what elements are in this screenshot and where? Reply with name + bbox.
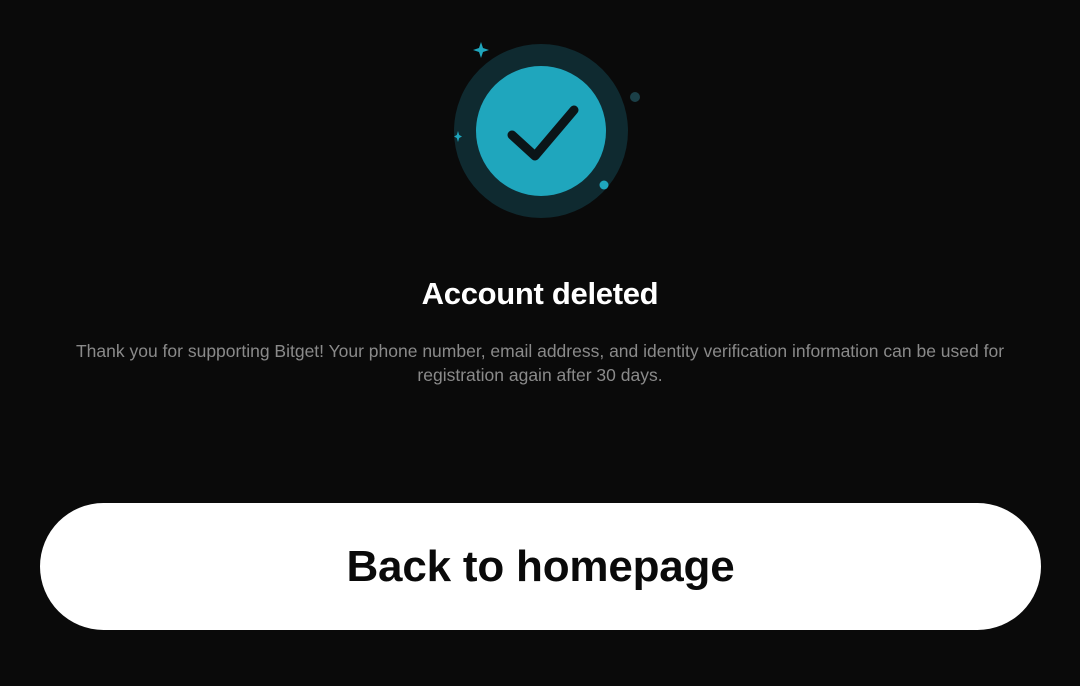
check-circle-icon: [476, 66, 606, 196]
dot-icon: [630, 92, 640, 102]
success-illustration: [454, 42, 640, 218]
page-title: Account deleted: [421, 276, 659, 311]
account-deleted-screen: Account deleted Thank you for supporting…: [0, 0, 1080, 686]
sparkle-icon: [473, 42, 489, 58]
dot-icon-small: [599, 180, 609, 190]
info-message: Thank you for supporting Bitget! Your ph…: [75, 341, 1005, 385]
back-to-homepage-button[interactable]: Back to homepage: [40, 503, 1041, 630]
success-graphic: [430, 30, 650, 230]
